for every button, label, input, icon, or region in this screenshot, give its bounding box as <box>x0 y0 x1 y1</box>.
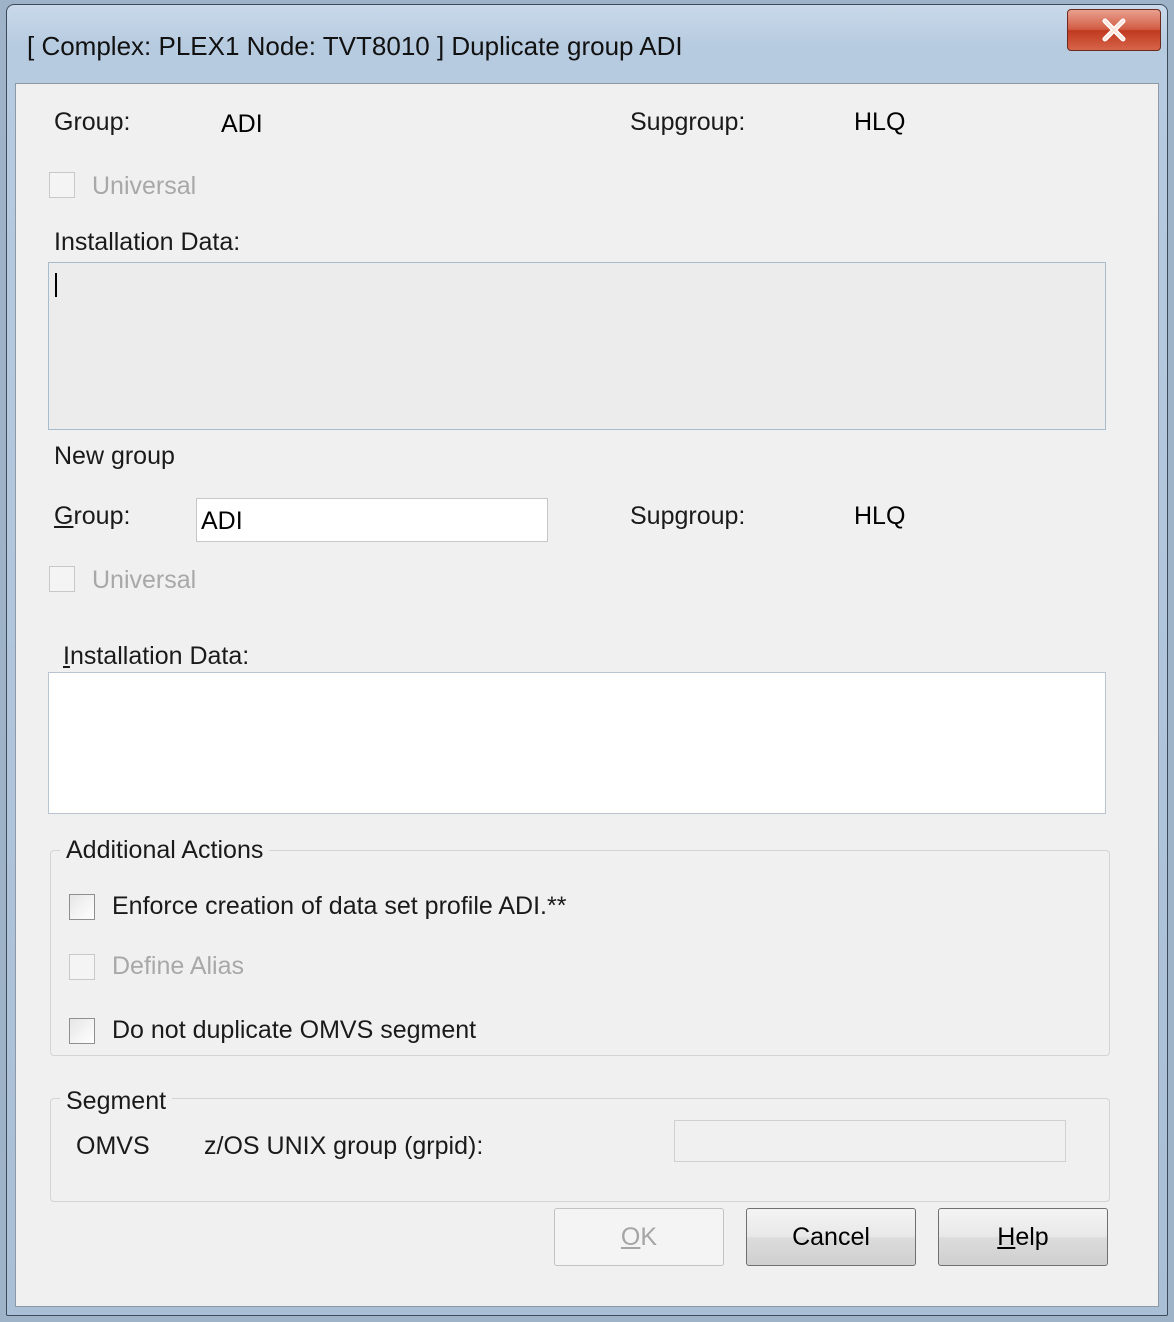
universal-checkbox[interactable] <box>49 172 75 198</box>
define-alias-label: Define Alias <box>112 952 245 980</box>
new-group-input[interactable]: ADI <box>196 498 548 542</box>
text-caret <box>55 273 57 297</box>
group-label-rest: roup: <box>73 502 131 530</box>
group-mnemonic: G <box>54 502 74 530</box>
group-value: ADI <box>221 110 263 138</box>
close-x-icon <box>1102 18 1126 42</box>
dialog-client-area: Group: ADI Supgroup: HLQ Universal Insta… <box>15 83 1159 1307</box>
segment-title: Segment <box>60 1087 173 1116</box>
supgroup-value: HLQ <box>854 108 906 136</box>
enforce-profile-checkbox[interactable] <box>69 894 95 920</box>
supgroup-label: Supgroup: <box>630 108 746 136</box>
ok-label-rest: K <box>640 1222 658 1251</box>
cancel-button[interactable]: Cancel <box>746 1208 916 1266</box>
installation-label-rest: nstallation Data: <box>69 642 250 670</box>
universal-label: Universal <box>92 172 197 200</box>
group-label: Group: <box>54 108 131 136</box>
dialog-window: [ Complex: PLEX1 Node: TVT8010 ] Duplica… <box>6 4 1168 1316</box>
close-button[interactable] <box>1067 9 1161 51</box>
installation-mnemonic: I <box>63 642 70 670</box>
title-bar: [ Complex: PLEX1 Node: TVT8010 ] Duplica… <box>7 5 1167 83</box>
enforce-profile-label: Enforce creation of data set profile ADI… <box>112 892 567 920</box>
grpid-input[interactable] <box>674 1120 1066 1162</box>
help-label-rest: elp <box>1015 1222 1049 1251</box>
help-button[interactable]: Help <box>938 1208 1108 1266</box>
grpid-label: z/OS UNIX group (grpid): <box>204 1132 484 1160</box>
new-group-label: Group: <box>54 502 130 531</box>
installation-data-label: Installation Data: <box>54 228 241 256</box>
new-universal-label: Universal <box>92 566 197 594</box>
window-title: [ Complex: PLEX1 Node: TVT8010 ] Duplica… <box>27 31 683 61</box>
help-mnemonic: H <box>997 1222 1016 1251</box>
ok-mnemonic: O <box>620 1222 641 1251</box>
new-supgroup-value: HLQ <box>854 502 906 530</box>
segment-name: OMVS <box>76 1132 150 1160</box>
new-universal-checkbox[interactable] <box>49 566 75 592</box>
define-alias-checkbox[interactable] <box>69 954 95 980</box>
new-installation-data-label: Installation Data: <box>63 642 249 671</box>
new-installation-data-textarea[interactable] <box>48 672 1106 814</box>
new-group-heading: New group <box>54 442 175 470</box>
no-omvs-duplicate-label: Do not duplicate OMVS segment <box>112 1016 477 1044</box>
additional-actions-title: Additional Actions <box>60 836 270 865</box>
installation-data-readonly-textarea[interactable] <box>48 262 1106 430</box>
new-supgroup-label: Supgroup: <box>630 502 746 530</box>
ok-button[interactable]: OK <box>554 1208 724 1266</box>
no-omvs-duplicate-checkbox[interactable] <box>69 1018 95 1044</box>
